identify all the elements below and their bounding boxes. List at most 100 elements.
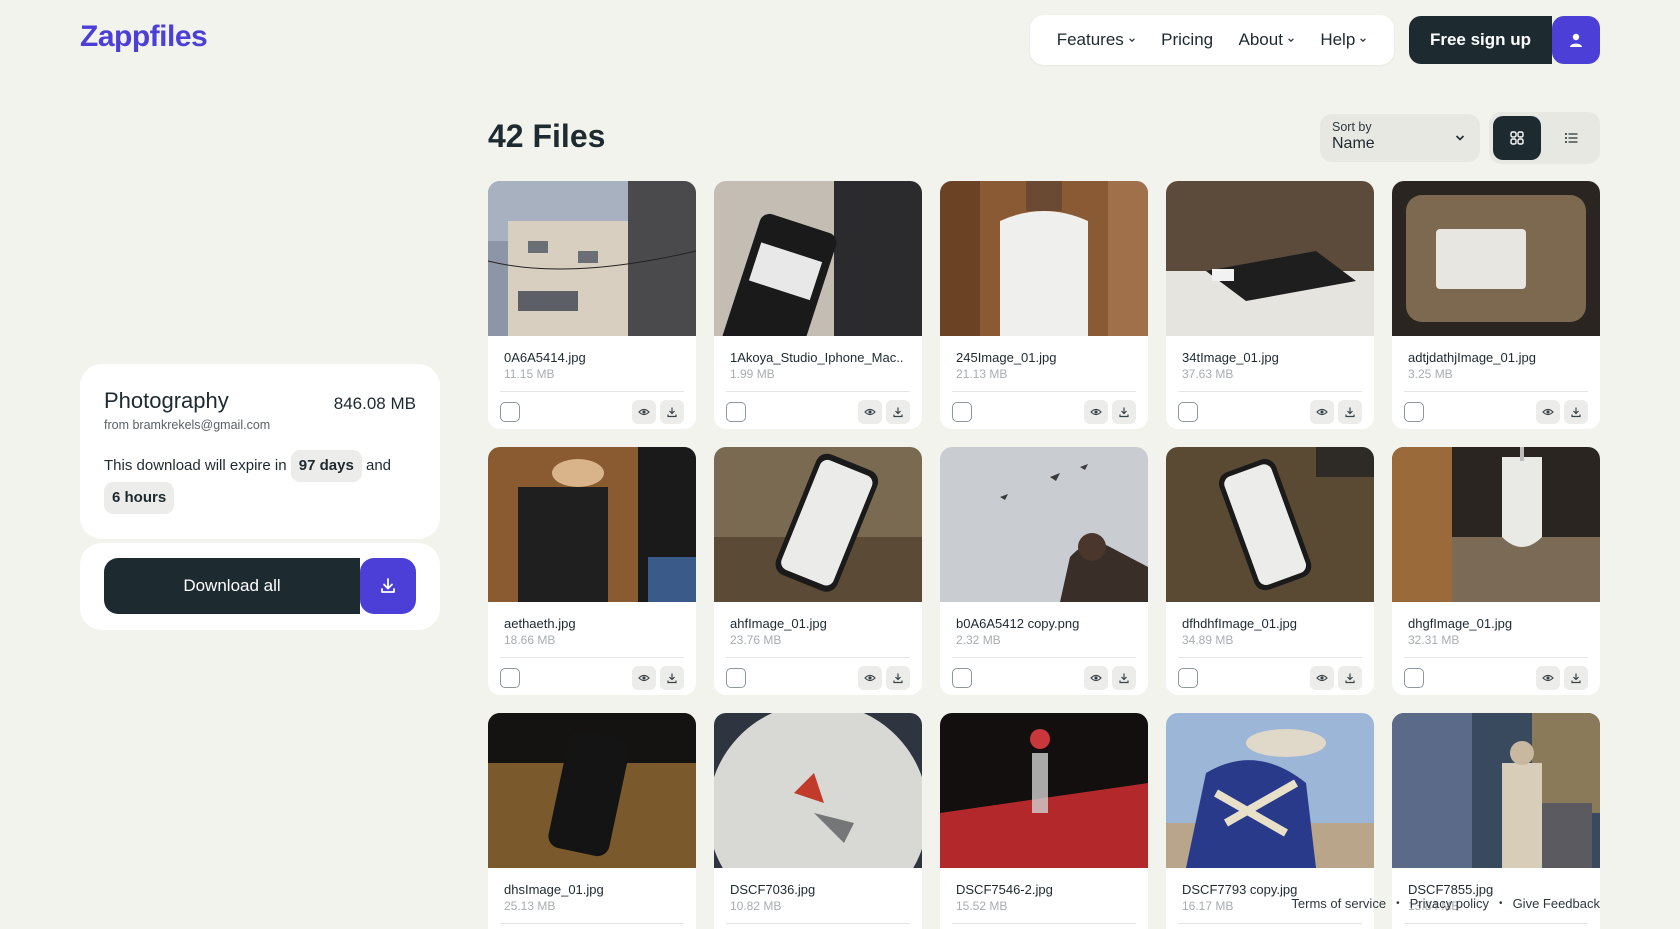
file-thumbnail[interactable] (714, 181, 922, 336)
file-card[interactable]: DSCF7036.jpg 10.82 MB (714, 713, 922, 929)
preview-button[interactable] (1310, 400, 1334, 424)
file-name: ahfImage_01.jpg (730, 616, 827, 631)
terms-link[interactable]: Terms of service (1291, 896, 1386, 911)
download-button[interactable] (886, 666, 910, 690)
nav-item-features[interactable]: Features (1057, 30, 1136, 50)
file-select-checkbox[interactable] (726, 668, 746, 688)
file-actions (714, 924, 922, 929)
file-thumbnail[interactable] (488, 447, 696, 602)
file-thumbnail[interactable] (488, 713, 696, 868)
free-signup-button[interactable]: Free sign up (1409, 16, 1552, 64)
list-view-button[interactable] (1547, 116, 1595, 160)
eye-icon (1542, 408, 1554, 416)
file-thumbnail[interactable] (1166, 713, 1374, 868)
eye-icon (638, 674, 650, 682)
nav-item-help[interactable]: Help (1320, 30, 1367, 50)
download-icon (1119, 673, 1129, 684)
file-thumbnail[interactable] (714, 447, 922, 602)
sender-email: from bramkrekels@gmail.com (104, 418, 271, 432)
file-thumbnail[interactable] (1392, 713, 1600, 868)
file-card[interactable]: dhsImage_01.jpg 25.13 MB (488, 713, 696, 929)
download-icon (893, 673, 903, 684)
download-button[interactable] (1564, 400, 1588, 424)
file-select-checkbox[interactable] (952, 402, 972, 422)
preview-button[interactable] (1536, 400, 1560, 424)
preview-button[interactable] (632, 400, 656, 424)
file-select-checkbox[interactable] (500, 668, 520, 688)
file-actions (1392, 392, 1600, 424)
file-select-checkbox[interactable] (1178, 402, 1198, 422)
file-select-checkbox[interactable] (1404, 668, 1424, 688)
file-name: dfhdhfImage_01.jpg (1182, 616, 1297, 631)
file-thumbnail[interactable] (1166, 181, 1374, 336)
file-select-checkbox[interactable] (952, 668, 972, 688)
file-thumbnail[interactable] (714, 713, 922, 868)
file-select-checkbox[interactable] (1404, 402, 1424, 422)
preview-button[interactable] (1084, 400, 1108, 424)
file-card[interactable]: adtjdathjImage_01.jpg 3.25 MB (1392, 181, 1600, 429)
download-button[interactable] (660, 400, 684, 424)
download-icon (381, 578, 395, 593)
download-button[interactable] (1338, 666, 1362, 690)
file-thumbnail[interactable] (940, 713, 1148, 868)
eye-icon (1542, 674, 1554, 682)
file-thumbnail[interactable] (940, 447, 1148, 602)
view-toggle (1489, 112, 1600, 164)
file-thumbnail[interactable] (940, 181, 1148, 336)
download-button[interactable] (1112, 400, 1136, 424)
file-thumbnail[interactable] (1392, 181, 1600, 336)
file-select-checkbox[interactable] (726, 402, 746, 422)
file-card[interactable]: dfhdhfImage_01.jpg 34.89 MB (1166, 447, 1374, 695)
nav-item-label: About (1238, 30, 1283, 49)
feedback-link[interactable]: Give Feedback (1513, 896, 1600, 911)
download-all-button[interactable]: Download all (104, 558, 360, 614)
file-thumbnail[interactable] (488, 181, 696, 336)
preview-button[interactable] (1536, 666, 1560, 690)
preview-button[interactable] (858, 400, 882, 424)
nav-item-pricing[interactable]: Pricing (1161, 30, 1213, 50)
brand-logo[interactable]: Zappfiles (80, 20, 208, 54)
file-name: 34tImage_01.jpg (1182, 350, 1279, 365)
privacy-link[interactable]: Privacy policy (1410, 896, 1489, 911)
download-all-icon-button[interactable] (360, 558, 416, 614)
file-size: 3.25 MB (1408, 367, 1453, 381)
download-button[interactable] (1112, 666, 1136, 690)
download-icon (1119, 407, 1129, 418)
files-count-title: 42 Files (488, 118, 606, 154)
download-icon (1571, 407, 1581, 418)
file-name: 1Akoya_Studio_Iphone_Mac.. (730, 350, 904, 365)
download-button[interactable] (1338, 400, 1362, 424)
sort-select[interactable]: Sort by Name (1320, 114, 1480, 162)
file-actions (1166, 924, 1374, 929)
account-button[interactable] (1552, 16, 1600, 64)
file-name: DSCF7793 copy.jpg (1182, 882, 1298, 897)
file-card[interactable]: 1Akoya_Studio_Iphone_Mac.. 1.99 MB (714, 181, 922, 429)
file-card[interactable]: aethaeth.jpg 18.66 MB (488, 447, 696, 695)
download-button[interactable] (886, 400, 910, 424)
eye-icon (864, 674, 876, 682)
file-card[interactable]: 0A6A5414.jpg 11.15 MB (488, 181, 696, 429)
file-card[interactable]: b0A6A5412 copy.png 2.32 MB (940, 447, 1148, 695)
file-grid: 0A6A5414.jpg 11.15 MB 1Akoya_Studio_Ipho… (488, 181, 1600, 929)
collection-title: Photography (104, 388, 229, 413)
preview-button[interactable] (858, 666, 882, 690)
file-thumbnail[interactable] (1392, 447, 1600, 602)
nav-item-about[interactable]: About (1239, 30, 1295, 50)
download-button[interactable] (1564, 666, 1588, 690)
preview-button[interactable] (632, 666, 656, 690)
file-thumbnail[interactable] (1166, 447, 1374, 602)
file-card[interactable]: ahfImage_01.jpg 23.76 MB (714, 447, 922, 695)
download-icon (667, 673, 677, 684)
footer-separator: • (1499, 898, 1503, 909)
file-card[interactable]: dhgfImage_01.jpg 32.31 MB (1392, 447, 1600, 695)
file-card[interactable]: DSCF7546-2.jpg 15.52 MB (940, 713, 1148, 929)
preview-button[interactable] (1310, 666, 1334, 690)
grid-view-button[interactable] (1493, 116, 1541, 160)
file-card[interactable]: 34tImage_01.jpg 37.63 MB (1166, 181, 1374, 429)
download-icon (1571, 673, 1581, 684)
file-select-checkbox[interactable] (500, 402, 520, 422)
download-button[interactable] (660, 666, 684, 690)
file-card[interactable]: 245Image_01.jpg 21.13 MB (940, 181, 1148, 429)
preview-button[interactable] (1084, 666, 1108, 690)
file-select-checkbox[interactable] (1178, 668, 1198, 688)
